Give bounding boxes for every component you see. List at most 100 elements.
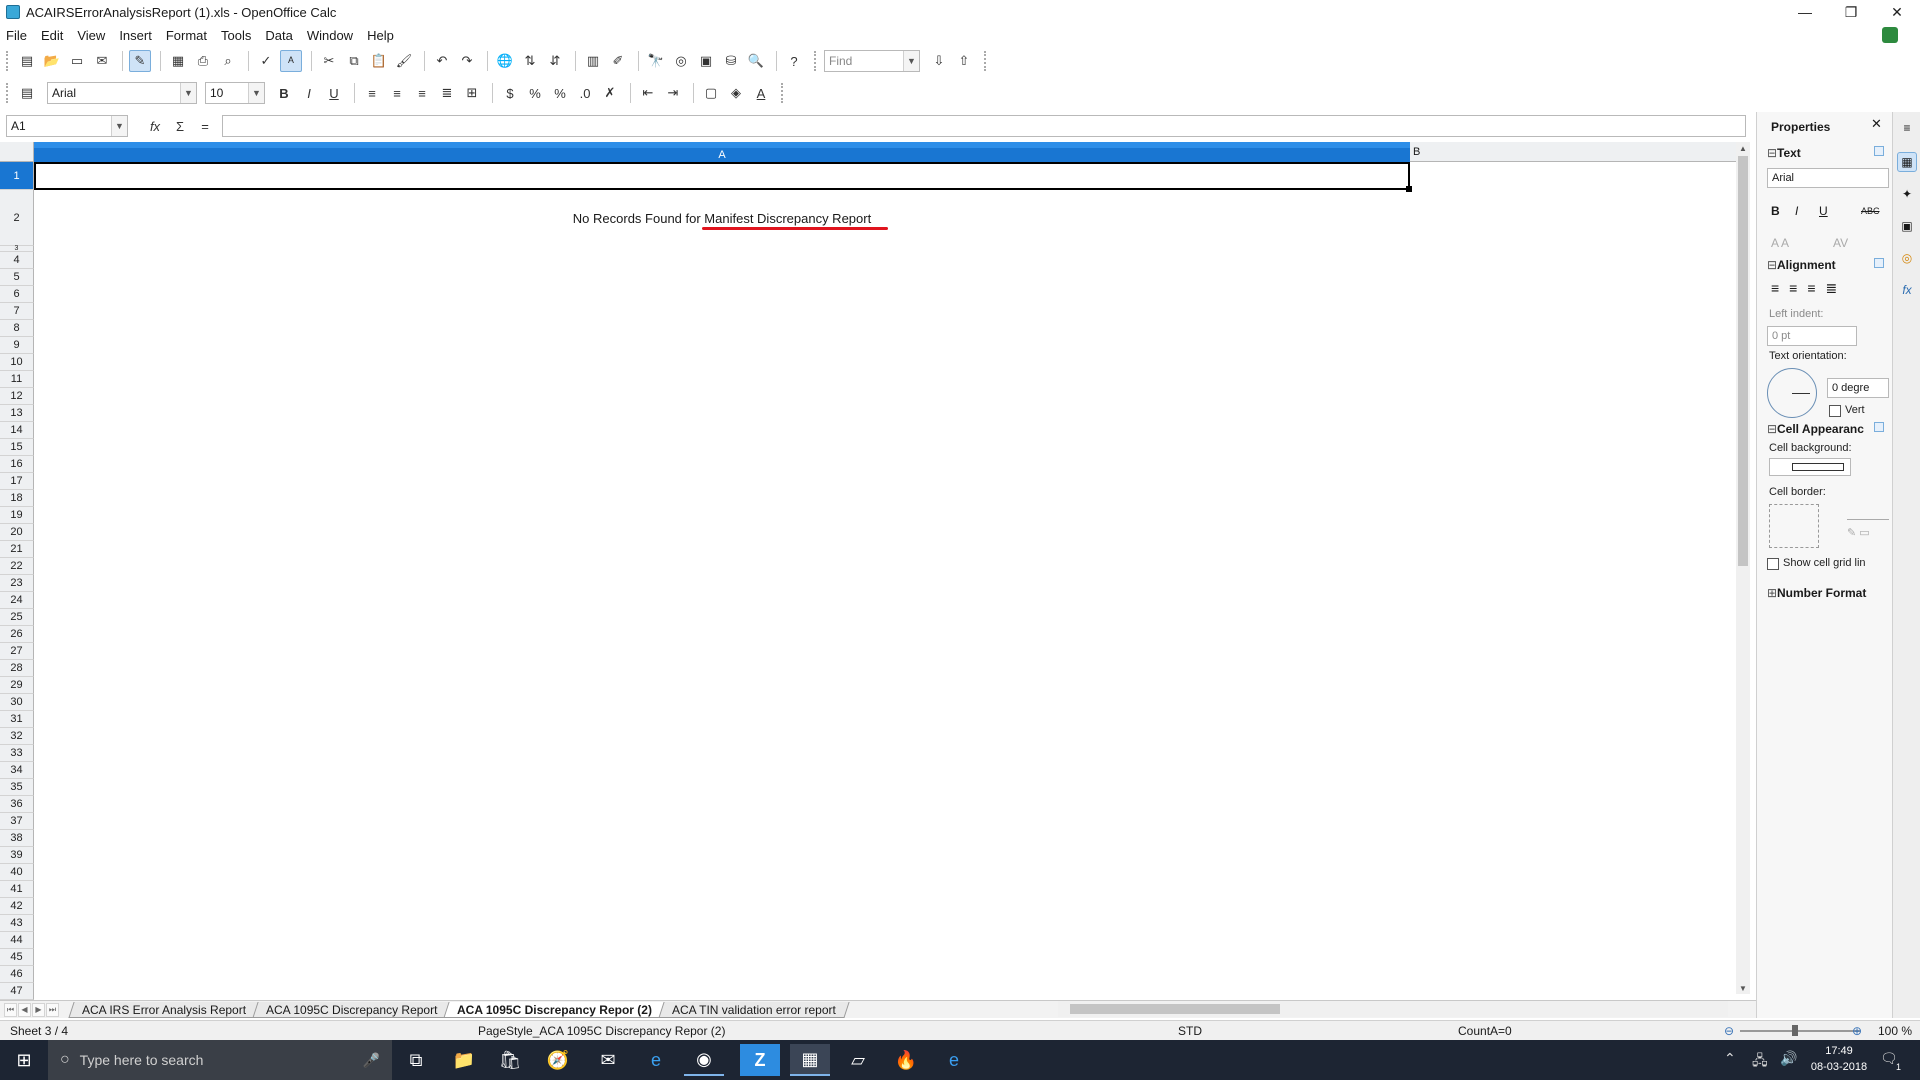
left-indent-field[interactable]: 0 pt <box>1767 326 1857 346</box>
row-header[interactable]: 28 <box>0 660 34 677</box>
windows-start-icon[interactable]: ⊞ <box>0 1040 48 1080</box>
function-equals-icon[interactable]: = <box>194 115 216 137</box>
next-sheet-icon[interactable]: ▶ <box>32 1002 45 1017</box>
font-size-box[interactable]: 10 ▼ <box>205 82 265 104</box>
row-header[interactable]: 8 <box>0 320 34 337</box>
row-header[interactable]: 5 <box>0 269 34 286</box>
text-section-header[interactable]: ⊟Text <box>1767 146 1801 160</box>
zoom-out-icon[interactable]: ⊖ <box>1724 1024 1734 1038</box>
chart-icon[interactable]: ▥ <box>582 50 604 72</box>
row-header[interactable]: 36 <box>0 796 34 813</box>
restore-button[interactable]: ❐ <box>1828 0 1874 24</box>
row-header[interactable]: 4 <box>0 252 34 269</box>
navigator-icon[interactable]: ◎ <box>670 50 692 72</box>
line-style-picker[interactable] <box>1847 500 1889 520</box>
font-name-box[interactable]: Arial ▼ <box>47 82 197 104</box>
cell-border-picker[interactable] <box>1769 504 1819 548</box>
menu-file[interactable]: File <box>6 28 27 43</box>
zoom-slider[interactable] <box>1740 1030 1860 1032</box>
row-header[interactable]: 30 <box>0 694 34 711</box>
decrease-indent-icon[interactable]: ⇤ <box>637 82 659 104</box>
increase-indent-icon[interactable]: ⇥ <box>662 82 684 104</box>
sheet-tab-2[interactable]: ACA 1095C Discrepancy Report <box>252 1001 452 1018</box>
navigator-deck-icon[interactable]: ◎ <box>1897 248 1917 268</box>
currency-icon[interactable]: $ <box>499 82 521 104</box>
chevron-down-icon[interactable]: ▼ <box>111 116 127 136</box>
autospellcheck-icon[interactable]: ᴬ <box>280 50 302 72</box>
find-input[interactable]: Find ▼ <box>824 50 920 72</box>
zoom-icon[interactable]: 🔍 <box>745 50 767 72</box>
column-header-b[interactable]: B <box>1410 142 1738 162</box>
borders-icon[interactable]: ▢ <box>700 82 722 104</box>
row-header[interactable]: 33 <box>0 745 34 762</box>
cell-background-picker[interactable] <box>1769 458 1851 476</box>
degrees-field[interactable]: 0 degre <box>1827 378 1889 398</box>
row-header[interactable]: 40 <box>0 864 34 881</box>
row-header[interactable]: 39 <box>0 847 34 864</box>
toolbar-grip[interactable] <box>6 51 12 71</box>
row-header[interactable]: 18 <box>0 490 34 507</box>
background-color-icon[interactable]: ◈ <box>725 82 747 104</box>
row-header[interactable]: 13 <box>0 405 34 422</box>
menu-data[interactable]: Data <box>265 28 292 43</box>
more-options-icon[interactable] <box>1874 258 1884 268</box>
firefox-icon[interactable]: 🔥 <box>886 1044 926 1076</box>
internet-explorer-icon[interactable]: e <box>636 1044 676 1076</box>
gallery-icon[interactable]: ▣ <box>695 50 717 72</box>
row-header[interactable]: 20 <box>0 524 34 541</box>
row-header[interactable]: 26 <box>0 626 34 643</box>
justify-icon[interactable]: ≣ <box>436 82 458 104</box>
task-view-icon[interactable]: ⧉ <box>396 1044 436 1076</box>
cell-a2[interactable]: No Records Found for Manifest Discrepanc… <box>34 190 1410 246</box>
open-folder-icon[interactable]: 📂 <box>41 50 63 72</box>
clone-formatting-icon[interactable]: 🖌 <box>393 50 415 72</box>
sidebar-bold-icon[interactable]: B <box>1771 204 1780 218</box>
row-header[interactable]: 22 <box>0 558 34 575</box>
zoom-app-icon[interactable]: Z <box>740 1044 780 1076</box>
strikethrough-icon[interactable]: ABC <box>1861 206 1880 216</box>
row-header[interactable]: 24 <box>0 592 34 609</box>
row-header[interactable]: 11 <box>0 371 34 388</box>
redo-icon[interactable]: ↷ <box>456 50 478 72</box>
copy-icon[interactable]: ⧉ <box>343 50 365 72</box>
add-decimal-icon[interactable]: .0 <box>574 82 596 104</box>
taskbar-clock[interactable]: 17:49 08-03-2018 <box>1804 1043 1874 1075</box>
row-header[interactable]: 7 <box>0 303 34 320</box>
delete-decimal-icon[interactable]: ✗ <box>599 82 621 104</box>
row-header[interactable]: 14 <box>0 422 34 439</box>
menu-insert[interactable]: Insert <box>119 28 152 43</box>
sidebar-font-box[interactable]: Arial <box>1767 168 1889 188</box>
row-header[interactable]: 32 <box>0 728 34 745</box>
row-header[interactable]: 42 <box>0 898 34 915</box>
row-header[interactable]: 6 <box>0 286 34 303</box>
sidebar-alignment-icons[interactable]: ≡≡≡≣ <box>1771 280 1847 297</box>
row-header[interactable]: 19 <box>0 507 34 524</box>
row-header[interactable]: 47 <box>0 983 34 1000</box>
export-pdf-icon[interactable]: ▦ <box>167 50 189 72</box>
menu-window[interactable]: Window <box>307 28 353 43</box>
row-header[interactable]: 41 <box>0 881 34 898</box>
row-header[interactable]: 46 <box>0 966 34 983</box>
sidebar-menu-icon[interactable]: ≡ <box>1897 118 1917 138</box>
store-icon[interactable]: 🛍 <box>490 1044 530 1076</box>
select-all-corner[interactable] <box>0 142 34 162</box>
column-header-a[interactable]: A <box>34 142 1410 162</box>
cut-icon[interactable]: ✂ <box>318 50 340 72</box>
styles-icon[interactable]: ▤ <box>16 82 38 104</box>
row-header[interactable]: 21 <box>0 541 34 558</box>
file-explorer-icon[interactable]: 📁 <box>444 1044 484 1076</box>
last-sheet-icon[interactable]: ⏭ <box>46 1002 59 1017</box>
vertical-scrollbar[interactable]: ▲ ▼ <box>1736 142 1750 994</box>
align-center-icon[interactable]: ≡ <box>386 82 408 104</box>
row-header[interactable]: 12 <box>0 388 34 405</box>
spellcheck-icon[interactable]: ✓ <box>255 50 277 72</box>
safari-icon[interactable]: 🧭 <box>538 1044 578 1076</box>
row-header[interactable]: 34 <box>0 762 34 779</box>
save-icon[interactable]: ▭ <box>66 50 88 72</box>
paste-icon[interactable]: 📋 <box>368 50 390 72</box>
row-header[interactable]: 23 <box>0 575 34 592</box>
orientation-dial[interactable] <box>1767 368 1817 418</box>
row-header[interactable]: 38 <box>0 830 34 847</box>
row-header[interactable]: 17 <box>0 473 34 490</box>
close-sidebar-icon[interactable]: ✕ <box>1871 116 1882 132</box>
